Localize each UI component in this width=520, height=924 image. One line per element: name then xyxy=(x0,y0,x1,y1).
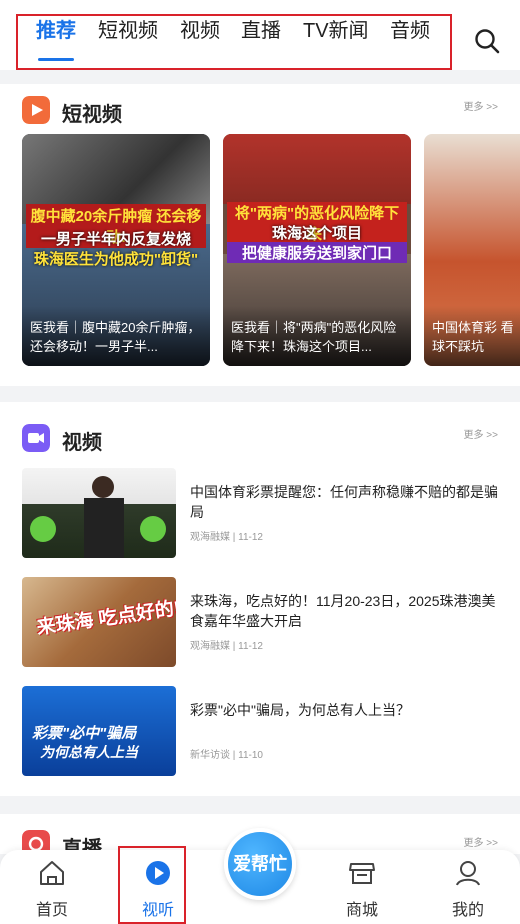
nav-highlight-box xyxy=(118,846,186,924)
short-video-card[interactable]: 中国体育彩 看球不踩坑 xyxy=(424,134,520,366)
video-thumbnail: 彩票"必中"骗局 为何总有人上当 xyxy=(22,686,176,776)
video-item-meta: 观海融媒 | 11-12 xyxy=(190,532,263,543)
short-video-icon xyxy=(22,96,50,124)
shop-icon xyxy=(349,863,375,884)
short-video-card[interactable]: 腹中藏20余斤肿瘤 还会移动! 一男子半年内反复发烧 珠海医生为他成功"卸货" … xyxy=(22,134,210,366)
video-item-meta: 新华访谈 | 11-10 xyxy=(190,750,263,761)
nav-home[interactable]: 首页 xyxy=(22,858,82,920)
home-icon xyxy=(40,861,64,885)
video-title: 视频 xyxy=(62,432,102,454)
tab-audio[interactable]: 音频 xyxy=(390,14,430,43)
video-camera-icon xyxy=(22,424,50,452)
video-list-item[interactable]: 中国体育彩票提醒您：任何声称稳赚不赔的都是骗局 观海融媒 | 11-12 xyxy=(22,468,498,560)
center-help-button[interactable]: 爱帮忙 xyxy=(224,828,296,900)
active-tab-indicator xyxy=(38,58,74,61)
nav-profile-label: 我的 xyxy=(451,902,484,919)
card-caption: 中国体育彩 看球不踩坑 xyxy=(432,320,514,354)
tab-video[interactable]: 视频 xyxy=(180,14,220,43)
video-item-title: 中国体育彩票提醒您：任何声称稳赚不赔的都是骗局 xyxy=(190,484,498,520)
video-list-item[interactable]: 彩票"必中"骗局 为何总有人上当 彩票"必中"骗局，为何总有人上当？ 新华访谈 … xyxy=(22,686,498,778)
video-thumbnail xyxy=(22,468,176,558)
short-video-card[interactable]: 将"两病"的恶化风险降下来! 珠海这个项目 把健康服务送到家门口 医我看｜将"两… xyxy=(223,134,411,366)
card-headline: 珠海医生为他成功"卸货" xyxy=(33,251,199,268)
nav-profile[interactable]: 我的 xyxy=(438,858,498,920)
top-tab-bar: 推荐 短视频 视频 直播 TV新闻 音频 xyxy=(0,0,520,70)
tab-recommend[interactable]: 推荐 xyxy=(36,14,76,43)
short-video-title: 短视频 xyxy=(62,104,122,126)
live-more-link[interactable]: 更多 >> xyxy=(464,834,498,849)
card-caption: 医我看｜将"两病"的恶化风险降下来！珠海这个项目... xyxy=(231,320,397,354)
user-icon xyxy=(456,861,480,886)
video-item-title: 来珠海，吃点好的！11月20-23日，2025珠港澳美食嘉年华盛大开启 xyxy=(190,593,496,629)
banner-image xyxy=(223,134,411,204)
card-headline: 珠海这个项目 xyxy=(271,225,362,242)
nav-shop-label: 商城 xyxy=(345,902,378,919)
tab-live[interactable]: 直播 xyxy=(241,14,281,43)
video-list-item[interactable]: 来珠海 吃点好的! 来珠海，吃点好的！11月20-23日，2025珠港澳美食嘉年… xyxy=(22,577,498,669)
tabs-highlight-box xyxy=(16,14,452,70)
video-item-title: 彩票"必中"骗局，为何总有人上当？ xyxy=(190,702,410,718)
nav-home-label: 首页 xyxy=(35,902,68,919)
nav-shop[interactable]: 商城 xyxy=(332,858,392,920)
thumbnail-text: 来珠海 吃点好的! xyxy=(35,598,176,639)
video-thumbnail: 来珠海 吃点好的! xyxy=(22,577,176,667)
video-more-link[interactable]: 更多 >> xyxy=(464,426,498,441)
tab-tv-news[interactable]: TV新闻 xyxy=(303,14,369,43)
tab-short-video[interactable]: 短视频 xyxy=(98,14,158,43)
thumbnail-text: 为何总有人上当 xyxy=(40,744,138,760)
thumbnail-text: 彩票"必中"骗局 xyxy=(32,725,137,742)
card-headline: 一男子半年内反复发烧 xyxy=(40,231,191,248)
card-headline: 把健康服务送到家门口 xyxy=(227,242,407,263)
short-video-more-link[interactable]: 更多 >> xyxy=(464,98,498,113)
video-item-meta: 观海融媒 | 11-12 xyxy=(190,641,263,652)
card-caption: 医我看｜腹中藏20余斤肿瘤，还会移动！一男子半... xyxy=(30,320,201,354)
search-icon[interactable] xyxy=(474,28,500,54)
